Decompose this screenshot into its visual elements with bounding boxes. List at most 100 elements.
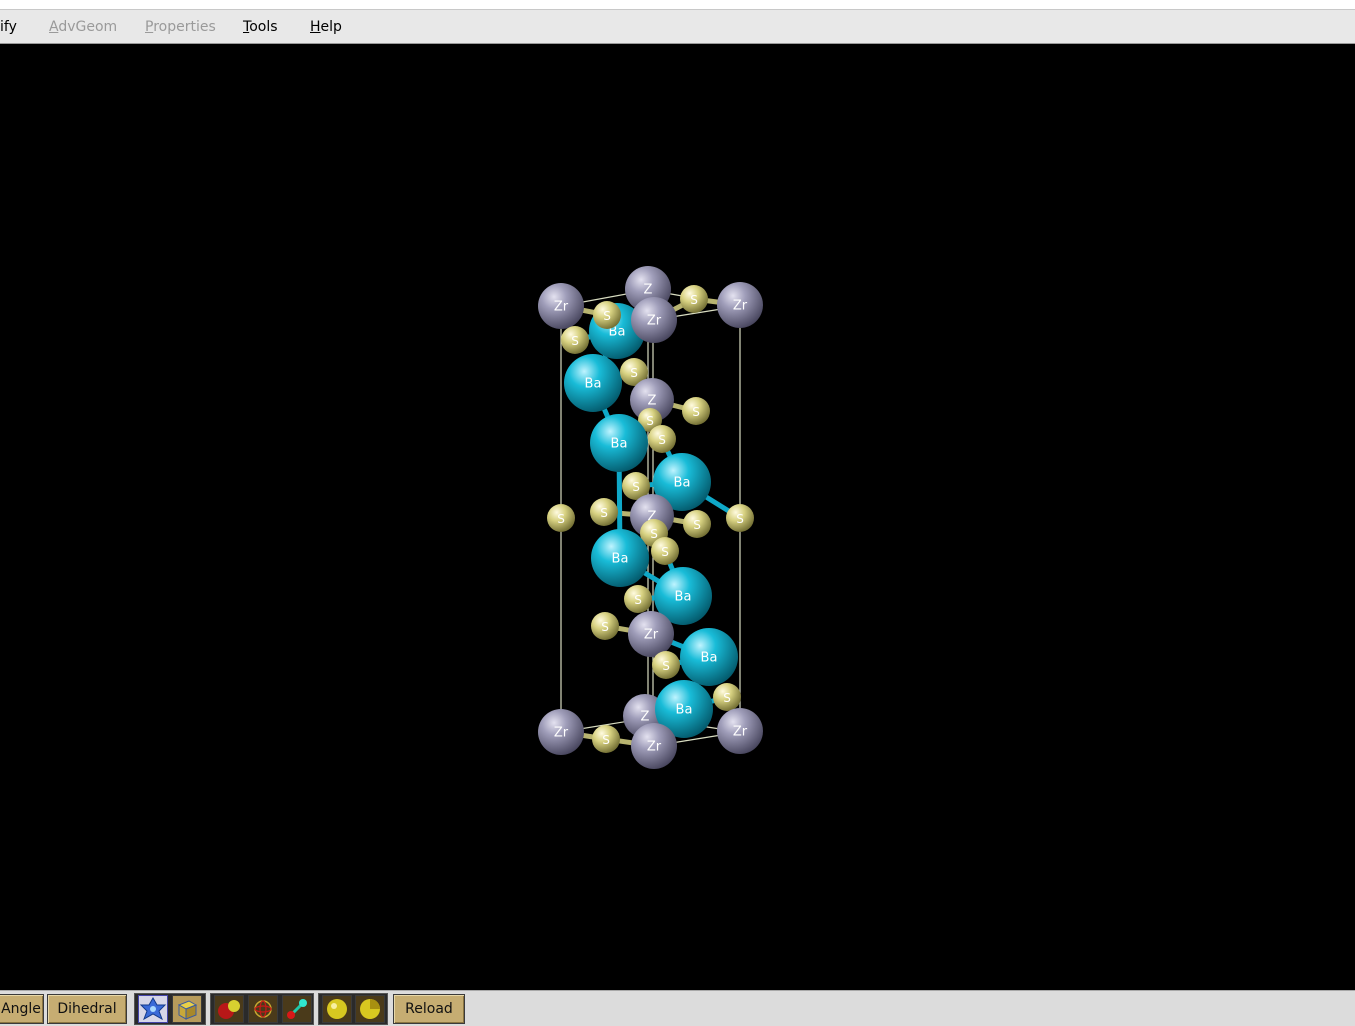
menu-properties-label: roperties [153, 19, 216, 35]
cell-box-icon-glyph [177, 1000, 198, 1020]
atom-label: Zr [733, 725, 748, 740]
window-top-edge [0, 0, 1355, 9]
zr-atom[interactable]: Zr [631, 723, 677, 769]
bond-icon-glyph [287, 999, 307, 1019]
atom-label: S [646, 414, 654, 428]
atom-label: Zr [554, 300, 569, 315]
cell-view-icon-glyph [139, 996, 167, 1021]
ba-atom[interactable]: Ba [564, 354, 622, 412]
atom-label: Z [641, 710, 650, 725]
s-atom[interactable]: S [590, 498, 618, 526]
s-atom[interactable]: S [713, 683, 741, 711]
s-atom[interactable]: S [591, 612, 619, 640]
menu-bar: ify AdvGeom Properties Tools Help [0, 9, 1355, 44]
zr-atom[interactable]: Zr [717, 708, 763, 754]
s-atom[interactable]: S [651, 537, 679, 565]
zr-atom[interactable]: Zr [538, 283, 584, 329]
s-atom[interactable]: S [682, 397, 710, 425]
atom-label: S [632, 480, 640, 494]
atom-label: Ba [612, 552, 629, 567]
menu-advgeom-label: dvGeom [58, 19, 118, 35]
sphere-cut-icon[interactable] [355, 995, 385, 1023]
atom-label: S [658, 433, 666, 447]
menu-help-mnemonic: H [310, 19, 321, 35]
menu-modify[interactable]: ify [0, 19, 17, 35]
s-atom[interactable]: S [547, 504, 575, 532]
sphere-icon[interactable] [322, 995, 352, 1023]
render-mode-group [210, 993, 314, 1025]
atom-label: S [692, 405, 700, 419]
zr-atom[interactable]: Zr [631, 297, 677, 343]
bottom-toolbar: Angle Dihedral Reload [0, 990, 1355, 1026]
menu-tools[interactable]: Tools [243, 19, 278, 35]
dihedral-button[interactable]: Dihedral [47, 994, 127, 1024]
atom-label: Ba [676, 703, 693, 718]
angle-button[interactable]: Angle [0, 994, 44, 1024]
atom-label: Ba [585, 377, 602, 392]
cell-box-icon[interactable] [172, 995, 202, 1023]
ball-stick-icon-glyph [218, 1000, 240, 1019]
menu-help[interactable]: Help [310, 19, 342, 35]
s-atom[interactable]: S [561, 326, 589, 354]
atoms: ZSZr ZrBaS ZrSBaSZSSBa SBaSS S Z SSSBa SBaSSZrB… [538, 266, 763, 769]
atom-label: S [601, 620, 609, 634]
zr-atom[interactable]: Zr [628, 611, 674, 657]
atom-label: S [603, 309, 611, 323]
atom-label: Ba [611, 437, 628, 452]
wireframe-icon[interactable] [248, 995, 278, 1023]
zr-atom[interactable]: Zr [717, 282, 763, 328]
atom-label: S [650, 527, 658, 541]
s-atom[interactable]: S [593, 301, 621, 329]
menu-properties-mnemonic: P [145, 19, 154, 35]
menu-help-label: elp [320, 19, 342, 35]
atom-label: Z [648, 394, 657, 409]
atom-label: S [557, 512, 565, 526]
atom-label: S [662, 659, 670, 673]
menu-advgeom[interactable]: AdvGeom [49, 19, 117, 35]
s-atom[interactable]: S [624, 585, 652, 613]
atom-label: S [723, 691, 731, 705]
atom-label: S [571, 334, 579, 348]
atom-label: S [600, 506, 608, 520]
atom-label: Zr [644, 628, 659, 643]
atom-label: S [602, 733, 610, 747]
atom-label: Ba [674, 476, 691, 491]
s-atom[interactable]: S [683, 510, 711, 538]
s-atom[interactable]: S [592, 725, 620, 753]
cell-view-group [134, 993, 206, 1025]
atom-label: Zr [554, 726, 569, 741]
reload-button[interactable]: Reload [393, 994, 465, 1024]
sphere-mode-group [318, 993, 388, 1025]
s-atom[interactable]: S [652, 651, 680, 679]
sphere-cut-icon-glyph [360, 999, 380, 1019]
menu-advgeom-mnemonic: A [49, 19, 59, 35]
atom-label: S [630, 366, 638, 380]
menu-properties[interactable]: Properties [145, 19, 216, 35]
atom-label: S [736, 512, 744, 526]
atom-label: Ba [701, 651, 718, 666]
s-atom[interactable]: S [648, 425, 676, 453]
ba-atom[interactable]: Ba [591, 529, 649, 587]
atom-label: Zr [647, 314, 662, 329]
atom-label: Ba [675, 590, 692, 605]
ball-stick-icon[interactable] [214, 995, 244, 1023]
ba-atom[interactable]: Ba [590, 414, 648, 472]
structure-viewport[interactable]: Z S Zr Zr Ba S Zr S Ba S Z S S Ba S Ba S S S Z S S S Ba S Ba S S Zr B… [0, 44, 1355, 990]
atom-label: S [661, 545, 669, 559]
atom-label: Zr [733, 299, 748, 314]
wireframe-icon-glyph [254, 1000, 272, 1018]
atom-label: S [634, 593, 642, 607]
atom-label: Z [644, 283, 653, 298]
atom-label: S [690, 293, 698, 307]
atom-label: S [693, 518, 701, 532]
crystal-structure-canvas[interactable]: ZSZr ZrBaS ZrSBaSZSSBa SBaSS S Z SSSBa SBaSSZrB… [0, 44, 1355, 990]
ba-atom[interactable]: Ba [680, 628, 738, 686]
atom-label: Zr [647, 740, 662, 755]
zr-atom[interactable]: Zr [538, 709, 584, 755]
s-atom[interactable]: S [726, 504, 754, 532]
menu-tools-label: ools [249, 19, 278, 35]
bond-icon[interactable] [282, 995, 312, 1023]
s-atom[interactable]: S [680, 285, 708, 313]
sphere-icon-glyph [327, 999, 347, 1019]
cell-view-icon[interactable] [138, 995, 168, 1023]
